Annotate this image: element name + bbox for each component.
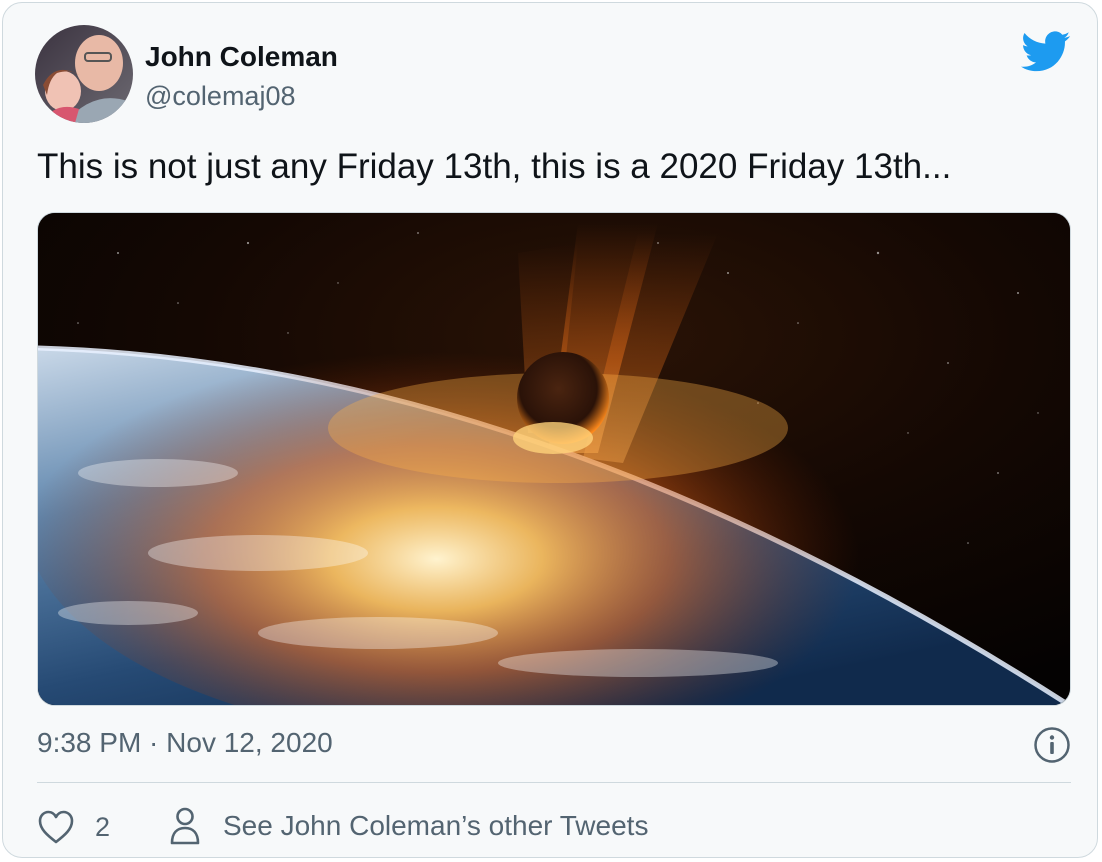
- tweet-timestamp[interactable]: 9:38 PM · Nov 12, 2020: [37, 727, 333, 759]
- author-handle[interactable]: @colemaj08: [145, 81, 295, 112]
- tweet-text: This is not just any Friday 13th, this i…: [37, 147, 952, 186]
- like-count: 2: [95, 811, 111, 842]
- like-button[interactable]: 2: [37, 807, 110, 847]
- tweet-card: John Coleman @colemaj08 This is not just…: [2, 2, 1098, 858]
- see-other-tweets-label: See John Coleman’s other Tweets: [223, 810, 649, 841]
- see-other-tweets-link[interactable]: See John Coleman’s other Tweets: [169, 805, 648, 847]
- author-display-name[interactable]: John Coleman: [145, 41, 338, 73]
- info-icon[interactable]: [1033, 726, 1071, 764]
- tweet-media-image[interactable]: [37, 212, 1071, 706]
- divider: [37, 782, 1071, 783]
- twitter-bird-icon[interactable]: [1021, 31, 1071, 73]
- avatar[interactable]: [35, 25, 133, 123]
- person-icon: [170, 807, 200, 845]
- heart-icon: [38, 810, 74, 844]
